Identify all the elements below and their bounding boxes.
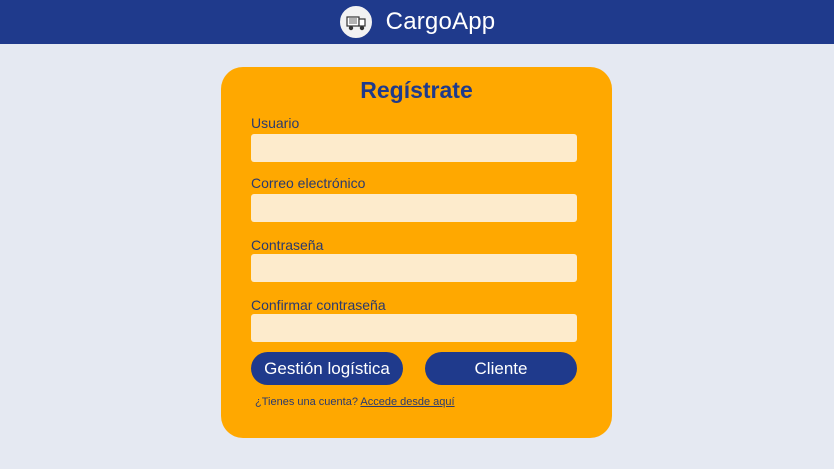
confirm-password-label: Confirmar contraseña [251, 297, 386, 313]
username-input[interactable] [251, 134, 577, 162]
register-card: Regístrate Usuario Correo electrónico Co… [221, 67, 612, 438]
top-navbar: CargoApp [0, 0, 834, 44]
login-prompt-text: ¿Tienes una cuenta? [255, 396, 358, 408]
email-input[interactable] [251, 194, 577, 222]
logistics-management-button[interactable]: Gestión logística [251, 352, 403, 385]
form-title: Regístrate [360, 77, 473, 103]
email-label: Correo electrónico [251, 175, 366, 191]
username-label: Usuario [251, 115, 300, 131]
password-label: Contraseña [251, 237, 324, 253]
confirm-password-input[interactable] [251, 314, 577, 342]
login-link[interactable]: Accede desde aquí [360, 396, 454, 408]
truck-icon[interactable] [338, 5, 373, 39]
client-button[interactable]: Cliente [425, 352, 577, 385]
login-prompt: ¿Tienes una cuenta? Accede desde aquí [255, 396, 455, 408]
app-title: CargoApp [385, 8, 496, 35]
password-input[interactable] [251, 254, 577, 282]
